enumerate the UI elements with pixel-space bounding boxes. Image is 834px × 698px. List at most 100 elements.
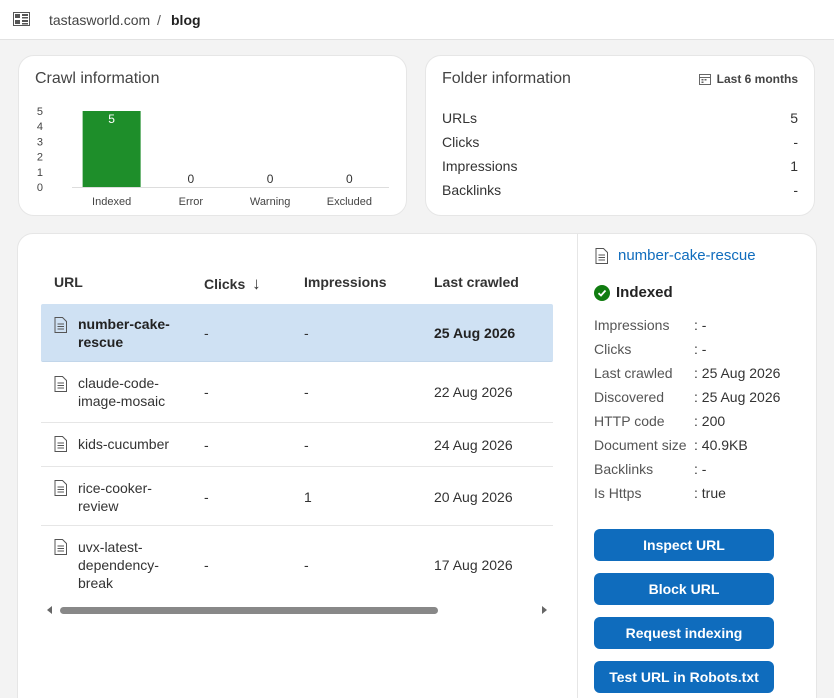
detail-value: : 25 Aug 2026 <box>694 389 781 405</box>
detail-url-link[interactable]: number-cake-rescue <box>618 247 756 264</box>
row-clicks: - <box>204 384 209 400</box>
detail-label: Clicks <box>594 341 632 357</box>
data-label: 0 <box>346 172 353 186</box>
scroll-right-icon[interactable] <box>542 606 547 614</box>
sort-down-icon: ↓ <box>252 274 261 293</box>
crawl-information-card: Crawl information 0 1 2 3 4 5 5 Indexed 0 Error 0 W… <box>18 55 407 216</box>
x-tick-label: Indexed <box>92 196 131 208</box>
detail-value: : - <box>694 461 707 477</box>
column-header-url[interactable]: URL <box>54 274 83 290</box>
row-url-line: rice-cooker- <box>78 480 152 496</box>
y-tick-label: 2 <box>37 152 43 164</box>
row-url-line: dependency- <box>78 557 159 573</box>
date-range-label: Last 6 months <box>716 72 798 86</box>
row-url-line: image-mosaic <box>78 393 166 409</box>
row-url: uvx-latest- dependency- break <box>78 538 178 592</box>
data-label: 0 <box>267 172 274 186</box>
folder-row-value: 5 <box>790 110 798 126</box>
url-detail-panel: number-cake-rescue Indexed Impressions :… <box>577 234 818 698</box>
data-label: 5 <box>108 112 115 126</box>
folder-row-value: 1 <box>790 158 798 174</box>
row-url-line: review <box>78 498 119 514</box>
row-impressions: - <box>304 557 309 573</box>
folder-row-value: - <box>793 134 798 150</box>
table-row[interactable]: rice-cooker- review - 1 20 Aug 2026 <box>41 468 553 526</box>
folder-row-label: Clicks <box>442 134 480 150</box>
y-tick-label: 0 <box>37 182 43 194</box>
folder-row-clicks: Clicks - <box>442 134 798 150</box>
column-header-clicks-label: Clicks <box>204 276 246 292</box>
document-icon <box>54 480 67 496</box>
row-url: number-cake- rescue <box>78 315 178 351</box>
document-icon <box>595 248 608 264</box>
table-row[interactable]: claude-code- image-mosaic - - 22 Aug 202… <box>41 363 553 423</box>
row-url-line: rescue <box>78 334 124 350</box>
row-url: rice-cooker- review <box>78 479 178 515</box>
row-impressions: - <box>304 325 309 341</box>
test-robots-button[interactable]: Test URL in Robots.txt <box>594 661 774 693</box>
detail-label: Impressions <box>594 317 670 333</box>
calendar-icon <box>698 74 711 85</box>
detail-label: HTTP code <box>594 413 665 429</box>
folder-row-urls: URLs 5 <box>442 110 798 126</box>
block-url-button[interactable]: Block URL <box>594 573 774 605</box>
document-icon <box>54 376 67 392</box>
row-url-line: claude-code- <box>78 375 159 391</box>
request-indexing-button[interactable]: Request indexing <box>594 617 774 649</box>
row-impressions: - <box>304 437 309 453</box>
scrollbar-thumb[interactable] <box>60 607 438 614</box>
row-last-crawled: 20 Aug 2026 <box>434 489 513 505</box>
column-header-last-crawled[interactable]: Last crawled <box>434 274 519 290</box>
row-url-line: number-cake- <box>78 316 170 332</box>
top-bar: tastasworld.com / blog <box>0 0 834 40</box>
breadcrumb-folder: blog <box>171 12 201 28</box>
inspect-url-button[interactable]: Inspect URL <box>594 529 774 561</box>
row-impressions: 1 <box>304 489 312 505</box>
folder-row-label: Backlinks <box>442 182 502 198</box>
row-last-crawled: 25 Aug 2026 <box>434 325 516 341</box>
detail-value: : - <box>694 317 707 333</box>
row-last-crawled: 24 Aug 2026 <box>434 437 513 453</box>
row-impressions: - <box>304 384 309 400</box>
data-label: 0 <box>188 172 195 186</box>
folder-card-title: Folder information <box>442 70 571 87</box>
table-row[interactable]: kids-cucumber - - 24 Aug 2026 <box>41 424 553 467</box>
row-url: claude-code- image-mosaic <box>78 374 178 410</box>
breadcrumb-separator: / <box>157 12 161 28</box>
row-clicks: - <box>204 437 209 453</box>
y-tick-label: 5 <box>37 106 43 118</box>
row-last-crawled: 17 Aug 2026 <box>434 557 513 573</box>
detail-label: Discovered <box>594 389 665 405</box>
folder-row-backlinks: Backlinks - <box>442 182 798 198</box>
row-clicks: - <box>204 325 209 341</box>
horizontal-scrollbar[interactable] <box>41 602 553 618</box>
detail-value: : 40.9KB <box>694 437 748 453</box>
scroll-left-icon[interactable] <box>47 606 52 614</box>
column-header-impressions[interactable]: Impressions <box>304 274 386 290</box>
column-header-clicks[interactable]: Clicks ↓ <box>204 274 261 294</box>
row-clicks: - <box>204 489 209 505</box>
detail-value: : - <box>694 341 707 357</box>
table-row-selected[interactable]: number-cake- rescue - - 25 Aug 2026 <box>41 304 553 362</box>
row-url-line: kids-cucumber <box>78 436 170 452</box>
date-range-selector[interactable]: Last 6 months <box>698 72 798 86</box>
detail-label: Last crawled <box>594 365 673 381</box>
folder-row-impressions: Impressions 1 <box>442 158 798 174</box>
y-tick-label: 1 <box>37 167 43 179</box>
x-tick-label: Excluded <box>327 196 372 208</box>
document-icon <box>54 436 67 452</box>
folder-row-label: URLs <box>442 110 478 126</box>
table-row[interactable]: uvx-latest- dependency- break - - 17 Aug… <box>41 527 553 599</box>
x-tick-label: Warning <box>250 196 291 208</box>
y-tick-label: 3 <box>37 136 43 148</box>
document-icon <box>54 317 67 333</box>
folder-row-label: Impressions <box>442 158 518 174</box>
breadcrumb-site[interactable]: tastasworld.com <box>49 12 150 28</box>
detail-value: : 200 <box>694 413 726 429</box>
row-url-line: uvx-latest- <box>78 539 143 555</box>
document-icon <box>54 539 67 555</box>
y-tick-label: 4 <box>37 121 43 133</box>
row-clicks: - <box>204 557 209 573</box>
site-icon <box>13 12 30 26</box>
url-list-card: URL Clicks ↓ Impressions Last crawled nu… <box>17 233 817 698</box>
